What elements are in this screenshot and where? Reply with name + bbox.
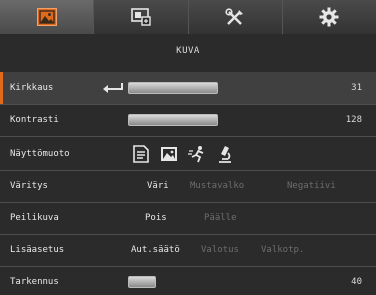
color-label: Väritys <box>10 181 48 191</box>
contrast-slider[interactable] <box>128 114 218 126</box>
advanced-label: Lisäasetus <box>10 245 65 255</box>
sharpness-slider[interactable] <box>128 276 156 288</box>
contrast-label: Kontrasti <box>10 115 59 125</box>
brightness-value: 31 <box>351 83 362 93</box>
tab-display-settings[interactable] <box>94 0 189 34</box>
tab-tools[interactable] <box>188 0 283 34</box>
sharpness-label: Tarkennus <box>10 277 59 287</box>
gear-icon <box>319 7 339 27</box>
brightness-slider[interactable] <box>128 82 218 94</box>
motion-icon[interactable] <box>188 145 206 163</box>
display-mode-icons <box>132 145 234 163</box>
row-color[interactable]: Väritys Väri Mustavalko Negatiivi <box>0 170 376 203</box>
contrast-value: 128 <box>345 115 362 125</box>
mirror-label: Peilikuva <box>10 213 59 223</box>
color-option-color[interactable]: Väri <box>147 170 169 202</box>
row-display-mode[interactable]: Näyttömuoto <box>0 138 376 171</box>
advanced-option-exposure[interactable]: Valotus <box>201 234 239 266</box>
image-icon <box>36 8 57 26</box>
tab-settings[interactable] <box>282 0 376 34</box>
microscope-icon[interactable] <box>216 145 234 163</box>
display-settings-icon <box>131 8 151 26</box>
document-icon[interactable] <box>132 145 150 163</box>
brightness-label: Kirkkaus <box>10 83 54 93</box>
row-brightness[interactable]: Kirkkaus 31 <box>0 72 376 105</box>
advanced-option-white-balance[interactable]: Valkotp. <box>261 234 304 266</box>
mirror-option-off[interactable]: Pois <box>145 202 167 234</box>
tools-icon <box>225 8 244 25</box>
sharpness-value: 40 <box>351 277 362 287</box>
photo-icon[interactable] <box>160 145 178 163</box>
color-option-bw[interactable]: Mustavalko <box>190 170 244 202</box>
advanced-option-auto[interactable]: Aut.säätö <box>131 234 180 266</box>
tab-bar <box>0 0 376 34</box>
osd-menu: KUVA Kirkkaus 31 Kontrasti 128 Näyttömuo… <box>0 0 376 295</box>
row-contrast[interactable]: Kontrasti 128 <box>0 104 376 137</box>
page-title: KUVA <box>176 46 200 56</box>
tab-image[interactable] <box>0 0 95 34</box>
mirror-option-on[interactable]: Päälle <box>204 202 237 234</box>
row-sharpness[interactable]: Tarkennus 40 <box>0 266 376 295</box>
display-mode-label: Näyttömuoto <box>10 149 70 159</box>
row-advanced[interactable]: Lisäasetus Aut.säätö Valotus Valkotp. <box>0 234 376 267</box>
row-mirror[interactable]: Peilikuva Pois Päälle <box>0 202 376 235</box>
enter-icon <box>103 83 123 93</box>
color-option-negative[interactable]: Negatiivi <box>287 170 336 202</box>
